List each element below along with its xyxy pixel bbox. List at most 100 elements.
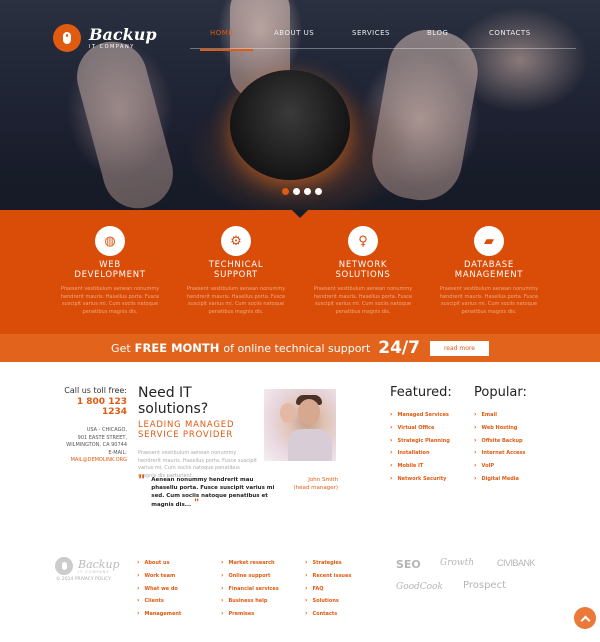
author-name: John Smith — [308, 477, 338, 483]
testimonial: " Aenean nonummy hendrerit mau phasellu … — [138, 473, 339, 509]
footer-link[interactable]: Premises — [221, 608, 279, 621]
about-subheading: LEADING MANAGED SERVICE PROVIDER — [138, 420, 235, 440]
popular-item[interactable]: VoIP — [474, 460, 527, 473]
slider-dot-1[interactable] — [282, 188, 289, 195]
nav-home[interactable]: HOME — [199, 29, 254, 51]
service-database-management[interactable]: ▰ DATABASE MANAGEMENT Praesent vestibulum… — [434, 226, 544, 316]
service-text: Praesent vestibulum aenean nonummy hendr… — [186, 286, 286, 315]
popular-title: Popular: — [474, 385, 527, 400]
footer-links-col3: Strategies Recent issues FAQ Solutions C… — [305, 557, 351, 621]
banner-prefix: Get — [111, 341, 131, 355]
author-role: (head manager) — [293, 485, 339, 491]
featured-item[interactable]: Network Security — [390, 473, 452, 486]
service-network-solutions[interactable]: ♀ NETWORK SOLUTIONS Praesent vestibulum a… — [308, 226, 418, 316]
read-more-button[interactable]: read more — [429, 340, 489, 356]
about-heading: Need IT solutions? — [138, 385, 209, 417]
hero-image-mouse — [230, 70, 350, 180]
service-text: Praesent vestibulum aenean nonummy hendr… — [60, 286, 160, 315]
footer-link[interactable]: About us — [137, 557, 181, 570]
nav-blog[interactable]: BLOG — [427, 29, 448, 37]
hero-image-finger — [69, 33, 181, 210]
footer-link[interactable]: Clients — [137, 595, 181, 608]
partner-logo-goodcook[interactable]: GoodCook — [396, 582, 443, 592]
quote-open-icon: " — [138, 473, 146, 489]
slider-pagination — [282, 188, 322, 195]
service-title: WEB DEVELOPMENT — [74, 260, 146, 280]
call-label: Call us toll free: — [64, 386, 127, 395]
scroll-to-top-button[interactable] — [574, 607, 596, 629]
footer-link[interactable]: Financial services — [221, 583, 278, 596]
quote-text: Aenean nonummy hendrerit mau phasellu po… — [151, 477, 275, 508]
featured-item[interactable]: Installation — [390, 447, 452, 460]
featured-item[interactable]: Virtual Office — [390, 422, 452, 435]
footer-link[interactable]: Solutions — [305, 595, 351, 608]
popular-item[interactable]: Offsite Backup — [474, 435, 527, 448]
lightbulb-icon: ♀ — [348, 226, 378, 256]
service-title: DATABASE MANAGEMENT — [454, 260, 524, 280]
slider-notch — [292, 210, 308, 218]
service-technical-support[interactable]: ⚙ TECHNICAL SUPPORT Praesent vestibulum a… — [181, 226, 291, 316]
footer-link[interactable]: FAQ — [305, 583, 351, 596]
chevron-up-icon — [580, 615, 590, 625]
footer-link[interactable]: Strategies — [305, 557, 351, 570]
nav-services[interactable]: SERVICES — [352, 29, 390, 37]
address: USA - CHICAGO, 901 EASTE STREET, WILMING… — [55, 427, 127, 465]
popular-item[interactable]: Internet Access — [474, 447, 527, 460]
email-link[interactable]: MAIL@DEMOLINK.ORG — [55, 457, 127, 465]
slider-dot-4[interactable] — [315, 188, 322, 195]
popular-item[interactable]: Web Hosting — [474, 422, 527, 435]
folder-icon: ▰ — [474, 226, 504, 256]
copyright[interactable]: © 2014 PRIVACY POLICY — [56, 577, 111, 582]
footer-links-col1: About us Work team What we do Clients Ma… — [137, 557, 181, 621]
phone-number[interactable]: 1 800 123 1234 — [55, 397, 127, 417]
footer-link[interactable]: Contacts — [305, 608, 351, 621]
contact-info: Call us toll free: 1 800 123 1234 USA - … — [55, 386, 127, 465]
quote-close-icon: " — [194, 498, 200, 509]
logo[interactable]: Backup IT COMPANY — [53, 24, 157, 52]
team-photo — [264, 389, 336, 461]
slider-dot-3[interactable] — [304, 188, 311, 195]
banner-highlight: FREE MONTH — [134, 341, 220, 355]
service-text: Praesent vestibulum aenean nonummy hendr… — [439, 286, 539, 315]
logo-name: Backup — [89, 24, 157, 44]
service-web-development[interactable]: ◍ WEB DEVELOPMENT Praesent vestibulum aen… — [55, 226, 165, 316]
globe-icon: ◍ — [95, 226, 125, 256]
popular-item[interactable]: Email — [474, 409, 527, 422]
footer-link[interactable]: Business help — [221, 595, 279, 608]
service-title: TECHNICAL SUPPORT — [208, 260, 264, 280]
partner-logo-prospect[interactable]: Prospect — [463, 580, 506, 591]
featured-item[interactable]: Managed Services — [390, 409, 452, 422]
banner-big: 24/7 — [378, 338, 420, 358]
service-text: Praesent vestibulum aenean nonummy hendr… — [313, 286, 413, 315]
partner-logo-seo[interactable]: SEO — [396, 558, 421, 571]
footer-link[interactable]: Recent issues — [305, 570, 351, 583]
footer-logo[interactable]: Backup IT COMPANY — [55, 557, 120, 575]
featured-title: Featured: — [390, 385, 452, 400]
hero-image-finger — [365, 23, 485, 207]
footer-links-col2: Market research Online support Financial… — [221, 557, 279, 621]
footer-link[interactable]: Work team — [137, 570, 181, 583]
mouse-icon — [55, 557, 73, 575]
nav-about-us[interactable]: ABOUT US — [274, 29, 314, 37]
mouse-icon — [53, 24, 81, 52]
nav-contacts[interactable]: CONTACTS — [489, 29, 531, 37]
logo-tagline: IT COMPANY — [89, 43, 135, 50]
footer-link[interactable]: Online support — [221, 570, 279, 583]
popular-item[interactable]: Digital Media — [474, 473, 527, 486]
featured-item[interactable]: Strategic Planning — [390, 435, 452, 448]
about-block: Need IT solutions? LEADING MANAGED SERVIC… — [138, 385, 258, 480]
footer-link[interactable]: Management — [137, 608, 181, 621]
banner-middle: of online technical support — [223, 341, 371, 355]
slider-dot-2[interactable] — [293, 188, 300, 195]
partner-logo-civibank[interactable]: CIVIBANK — [497, 558, 536, 568]
footer-link[interactable]: Market research — [221, 557, 279, 570]
featured-item[interactable]: Mobile IT — [390, 460, 452, 473]
main-nav: HOME ABOUT US SERVICES BLOG CONTACTS — [190, 29, 576, 51]
partner-logo-growth[interactable]: Growth — [440, 558, 474, 568]
popular-list: Popular: Email Web Hosting Offsite Backu… — [474, 385, 527, 486]
featured-list: Featured: Managed Services Virtual Offic… — [390, 385, 452, 486]
promo-banner: Get FREE MONTH of online technical suppo… — [0, 334, 600, 362]
gears-icon: ⚙ — [221, 226, 251, 256]
footer-link[interactable]: What we do — [137, 583, 181, 596]
service-title: NETWORK SOLUTIONS — [335, 260, 391, 280]
